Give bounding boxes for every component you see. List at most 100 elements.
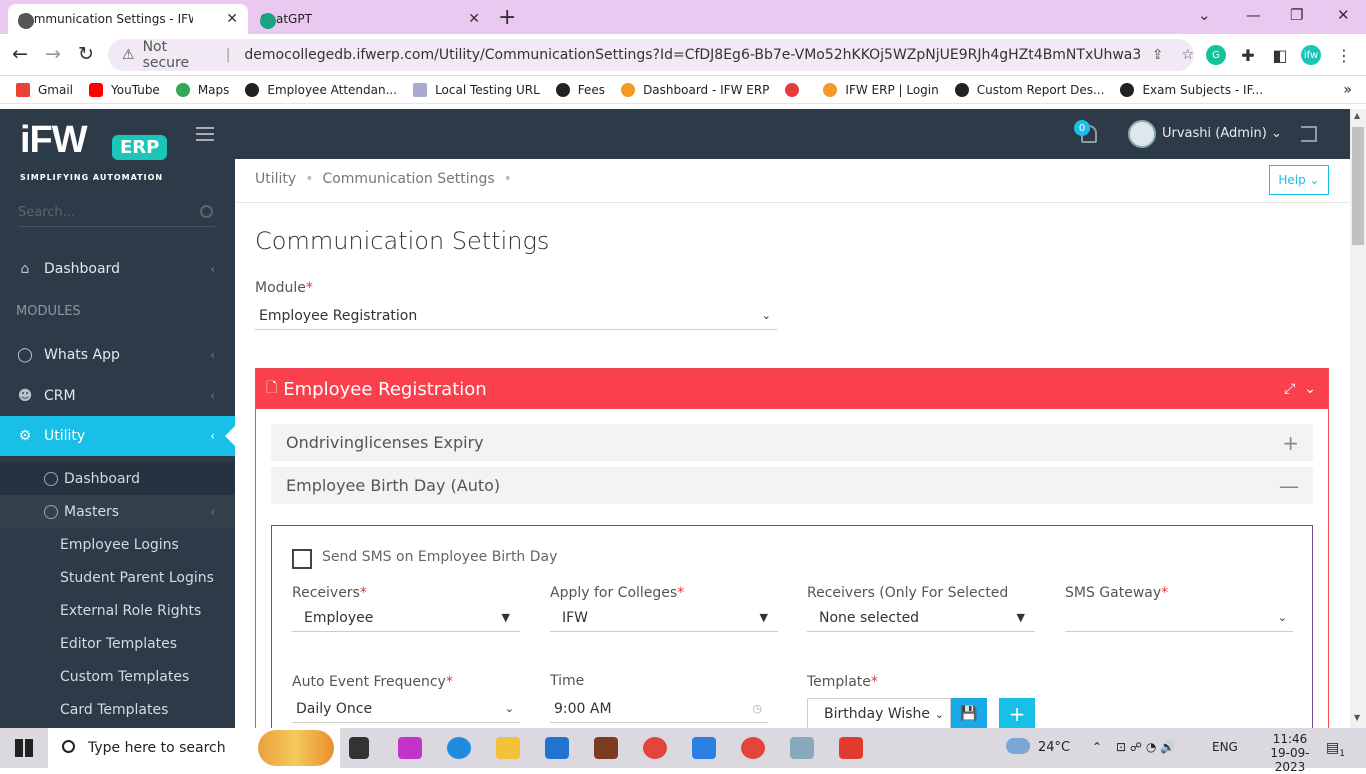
cloud-weather-icon[interactable] [1006,738,1030,754]
sidebar-item-crm[interactable]: ☻ CRM ‹ [0,376,235,416]
store-icon[interactable] [692,737,716,759]
sidebar-item-whatsapp[interactable]: ◯ Whats App ‹ [0,335,235,375]
time-input[interactable]: 9:00 AM ◷ [550,695,768,723]
window-close-button[interactable]: ✕ [1337,6,1350,24]
close-tab-icon[interactable]: ✕ [468,11,480,27]
bookmark-dashboard-ifw[interactable]: Dashboard - IFW ERP [621,82,769,97]
help-button[interactable]: Help ⌄ [1269,165,1329,195]
extensions-puzzle-icon[interactable]: ✚ [1238,45,1258,65]
template-select[interactable]: Birthday Wishe ⌄ [807,698,951,730]
sidebar-item-editor-templates[interactable]: Editor Templates [0,627,235,660]
more-bookmarks-icon[interactable]: » [1343,82,1352,98]
minus-icon[interactable]: — [1279,474,1299,498]
sms-gateway-select[interactable]: ⌄ [1065,604,1293,632]
plus-icon[interactable]: + [1282,431,1299,455]
bookmark-gmail[interactable]: Gmail [16,82,73,97]
page-scrollbar[interactable]: ▲ ▼ [1350,109,1366,728]
sidebar-item-custom-templates[interactable]: Custom Templates [0,660,235,693]
omnibox[interactable]: ⚠ Not secure | democollegedb.ifwerp.com/… [108,39,1194,71]
chevron-down-icon: ⌄ [1277,611,1287,624]
notification-center-icon[interactable]: ▤1 [1326,740,1345,759]
expand-collapse-controls[interactable]: ⤢ ⌄ [1284,381,1316,397]
receivers-label: Receivers* [292,585,367,601]
module-select[interactable]: Employee Registration ⌄ [255,302,777,330]
chrome-icon[interactable] [643,737,667,759]
globe-icon [18,13,34,29]
sidebar-subitem-dashboard[interactable]: Dashboard [0,462,235,495]
user-menu[interactable]: Urvashi (Admin) ⌄ [1162,126,1282,141]
taskbar-search-input[interactable]: Type here to search [48,728,340,768]
frequency-select[interactable]: Daily Once ⌄ [292,695,520,723]
restore-button[interactable]: ❐ [1290,6,1303,24]
hamburger-menu-icon[interactable] [196,127,214,141]
paint-app-icon[interactable] [398,737,422,759]
windows-start-icon[interactable] [15,739,33,757]
bookmark-custom-report[interactable]: Custom Report Des... [954,82,1104,97]
new-tab-button[interactable]: + [498,5,516,30]
bookmark-maps[interactable]: Maps [175,82,229,97]
send-sms-checkbox[interactable] [292,549,312,569]
bookmark-exam-subjects[interactable]: Exam Subjects - IF... [1120,82,1263,97]
scroll-thumb[interactable] [1352,127,1364,245]
apply-colleges-select[interactable]: IFW ▼ [550,604,778,632]
accordion-employee-birth-day[interactable]: Employee Birth Day (Auto) — [271,467,1313,504]
anydesk-icon[interactable] [839,737,863,759]
sidebar-subitem-masters[interactable]: Masters ‹ [0,495,235,528]
main-content: Utility • Communication Settings • Help ⌄ C… [235,159,1350,735]
receivers-select[interactable]: Employee ▼ [292,604,520,632]
scroll-down-icon[interactable]: ▼ [1354,713,1360,722]
tab-search-icon[interactable]: ⌄ [1198,6,1211,24]
share-icon[interactable]: ⇪ [1152,47,1164,63]
app-icon[interactable] [594,737,618,759]
minimize-button[interactable]: — [1246,6,1261,24]
close-tab-icon[interactable]: ✕ [226,11,238,27]
search-icon[interactable] [200,205,213,218]
weather-temp[interactable]: 24°C [1038,740,1070,755]
forward-button[interactable]: → [45,43,61,65]
tab-communication-settings[interactable]: Communication Settings - IFW El ✕ [8,4,248,34]
notification-count-badge: 0 [1074,120,1090,136]
grammarly-extension-icon[interactable]: G [1206,45,1226,65]
edge-icon[interactable] [447,737,471,759]
tray-icons[interactable]: ⊡ ☍ ◔ 🔊 [1116,740,1175,754]
sidebar-item-dashboard[interactable]: ⌂ Dashboard ‹ [0,249,235,289]
url-text: democollegedb.ifwerp.com/Utility/Communi… [244,47,1140,63]
notepad-icon[interactable] [790,737,814,759]
sidepanel-icon[interactable]: ◧ [1270,45,1290,65]
bookmark-red-icon[interactable] [785,82,807,97]
profile-icon[interactable]: ifw [1301,45,1321,65]
bookmark-fees[interactable]: Fees [555,82,605,97]
avatar[interactable] [1128,120,1156,148]
bookmark-local-testing[interactable]: Local Testing URL [413,82,540,97]
bookmark-ifw-login[interactable]: IFW ERP | Login [823,82,939,97]
chevron-left-icon: ‹ [210,389,215,403]
sidebar-search-input[interactable]: Search... [18,201,215,227]
chrome-active-icon[interactable] [741,737,765,759]
logout-icon[interactable] [1301,126,1317,142]
sidebar-item-employee-logins[interactable]: Employee Logins [0,528,235,561]
reload-button[interactable]: ↻ [78,43,94,65]
back-button[interactable]: ← [12,43,28,65]
menu-dots-icon[interactable]: ⋮ [1334,45,1354,65]
save-template-button[interactable]: 💾 [951,698,987,730]
bookmark-employee-attendance[interactable]: Employee Attendan... [245,82,397,97]
add-template-button[interactable]: + [999,698,1035,730]
whatsapp-icon: ◯ [17,347,33,363]
breadcrumb-utility[interactable]: Utility [255,171,296,187]
clock-icon[interactable]: ◷ [752,702,762,715]
file-explorer-icon[interactable] [496,737,520,759]
bookmark-star-icon[interactable]: ☆ [1181,47,1194,63]
accordion-ondrivinglicenses-expiry[interactable]: Ondrivinglicenses Expiry + [271,424,1313,461]
sidebar-item-external-role-rights[interactable]: External Role Rights [0,594,235,627]
task-view-icon[interactable] [349,737,369,759]
language-indicator[interactable]: ENG [1212,740,1238,754]
scroll-up-icon[interactable]: ▲ [1354,111,1360,120]
receivers-selected-select[interactable]: None selected ▼ [807,604,1035,632]
sidebar-item-student-parent-logins[interactable]: Student Parent Logins [0,561,235,594]
sidebar-item-card-templates[interactable]: Card Templates [0,693,235,726]
sidebar-item-utility[interactable]: ⚙ Utility ‹ [0,416,235,456]
tray-chevron-icon[interactable]: ⌃ [1092,740,1102,754]
bookmark-youtube[interactable]: YouTube [89,82,160,97]
tab-chatgpt[interactable]: ChatGPT ✕ [250,4,490,34]
mail-icon[interactable] [545,737,569,759]
